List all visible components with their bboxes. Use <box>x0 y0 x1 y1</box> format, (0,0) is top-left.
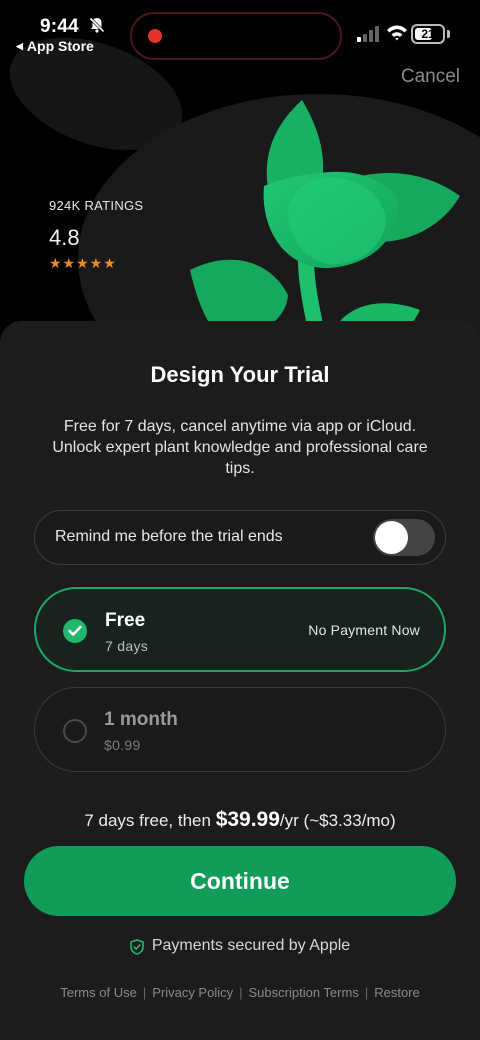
plan-duration: 7 days <box>105 638 149 654</box>
plan-badge: No Payment Now <box>308 622 420 638</box>
star-rating-icon: ★★★★★ <box>49 255 117 271</box>
back-app-label: App Store <box>26 38 94 54</box>
wifi-icon <box>387 25 407 41</box>
subscription-terms-link[interactable]: Subscription Terms <box>249 985 359 1000</box>
shield-check-icon <box>130 938 144 955</box>
cancel-button[interactable]: Cancel <box>401 66 460 88</box>
divider: | <box>142 985 147 1000</box>
plan-name: 1 month <box>104 709 178 730</box>
page-title: Design Your Trial <box>150 362 330 387</box>
radio-checked-icon <box>63 619 87 643</box>
price-summary: 7 days free, then $39.99/yr (~$3.33/mo) <box>0 808 480 832</box>
hero-section: 9:44 ◀ App Store 21 Cancel 924K RATINGS … <box>0 0 480 340</box>
divider: | <box>239 985 243 1000</box>
status-bar: 9:44 ◀ App Store 21 <box>0 0 480 60</box>
ratings-count: 924K RATINGS <box>49 198 144 213</box>
continue-button[interactable]: Continue <box>24 846 456 916</box>
recording-dot-icon <box>148 29 162 43</box>
price-prefix: 7 days free, then <box>84 811 216 830</box>
battery-icon: 21 <box>411 24 445 44</box>
yearly-price: $39.99 <box>215 808 280 831</box>
plant-illustration <box>190 100 460 340</box>
dynamic-island <box>130 12 342 60</box>
footer-links: Terms of Use | Privacy Policy | Subscrip… <box>0 985 480 1000</box>
reminder-label: Remind me before the trial ends <box>55 528 283 545</box>
toggle-knob <box>375 521 408 554</box>
bell-off-icon <box>88 16 106 34</box>
restore-link[interactable]: Restore <box>374 985 420 1000</box>
ratings-score: 4.8 <box>49 225 80 250</box>
plan-name: Free <box>105 610 146 631</box>
reminder-row[interactable]: Remind me before the trial ends <box>34 510 446 565</box>
plan-option-free[interactable]: Free 7 days No Payment Now <box>34 587 446 672</box>
radio-unchecked-icon <box>63 719 87 743</box>
divider: | <box>364 985 369 1000</box>
trial-description: Free for 7 days, cancel anytime via app … <box>52 418 428 477</box>
secure-label: Payments secured by Apple <box>151 937 351 954</box>
back-to-app-store[interactable]: ◀ App Store <box>16 38 94 54</box>
plan-option-1-month[interactable]: 1 month $0.99 <box>34 687 446 772</box>
reminder-toggle[interactable] <box>373 519 435 556</box>
terms-of-use-link[interactable]: Terms of Use <box>60 985 137 1000</box>
ratings-block: 924K RATINGS 4.8 ★★★★★ <box>49 198 143 272</box>
secure-payment-note: Payments secured by Apple <box>0 937 480 955</box>
back-triangle-icon: ◀ <box>16 40 23 51</box>
price-suffix: /yr (~$3.33/mo) <box>279 811 396 830</box>
cellular-signal-icon <box>357 26 379 42</box>
checkmark-icon <box>68 625 82 636</box>
plan-price: $0.99 <box>104 737 141 753</box>
privacy-policy-link[interactable]: Privacy Policy <box>152 985 233 1000</box>
battery-level: 21 <box>421 27 435 41</box>
status-time: 9:44 <box>40 16 79 37</box>
